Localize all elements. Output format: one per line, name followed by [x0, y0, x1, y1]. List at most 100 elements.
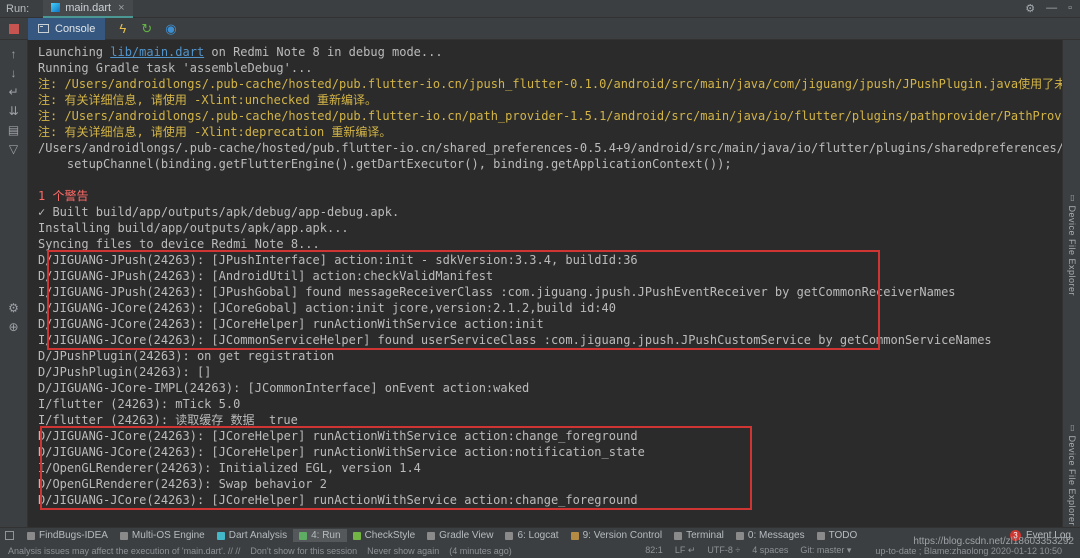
minimize-icon[interactable]: —: [1046, 2, 1057, 15]
console-text: I/flutter (24263): 读取缓存 数据 true: [38, 413, 298, 427]
toolbar-button-dart-analysis[interactable]: Dart Analysis: [211, 529, 293, 542]
console-line: 注: 有关详细信息, 请使用 -Xlint:unchecked 重新编译。: [38, 92, 1062, 108]
titlebar-window-icons: ⚙ — ▫: [1025, 2, 1072, 15]
console-text: D/JIGUANG-JCore(24263): [JCoreHelper] ru…: [38, 429, 638, 443]
console-line: D/JIGUANG-JCore(24263): [JCoreHelper] ru…: [38, 428, 1062, 444]
window-switcher-icon[interactable]: [5, 531, 14, 540]
hot-restart-icon[interactable]: ↻: [138, 20, 155, 38]
open-devtools-icon[interactable]: ◉: [162, 20, 179, 38]
status-widget-3[interactable]: 4 spaces: [752, 545, 788, 556]
toolbar-button-9-version-control[interactable]: 9: Version Control: [565, 529, 669, 542]
toolbar-button-label: Multi-OS Engine: [132, 530, 205, 541]
ide-run-window: Run: main.dart × ⚙ — ▫ Console ϟ ↻ ◉ ↑↓↵⇊▤▽ …: [0, 0, 1080, 558]
multi-os-icon: [120, 532, 128, 540]
console-link[interactable]: lib/main.dart: [110, 45, 204, 59]
console-line: I/JIGUANG-JCore(24263): [JCommonServiceH…: [38, 332, 1062, 348]
console-text: 注: 有关详细信息, 请使用 -Xlint:deprecation 重新编译。: [38, 125, 391, 139]
tool-window-button-device-file-explorer[interactable]: ▯Device File Explorer: [1067, 423, 1077, 526]
right-sidebar: ▯Device File Explorer ▯Device File Explor…: [1062, 40, 1080, 527]
toolbar-button-label: Gradle View: [439, 530, 493, 541]
console-text: D/JIGUANG-JCore(24263): [JCoreHelper] ru…: [38, 445, 645, 459]
console-line: D/JIGUANG-JCore(24263): [JCoreHelper] ru…: [38, 316, 1062, 332]
status-timestamp: (4 minutes ago): [449, 546, 512, 556]
console-text: on Redmi Note 8 in debug mode...: [204, 45, 442, 59]
run-titlebar: Run: main.dart × ⚙ — ▫: [0, 0, 1080, 18]
toolbar-button-findbugs-idea[interactable]: FindBugs-IDEA: [21, 529, 114, 542]
left-toolbar-lower: ⚙⊕: [3, 299, 25, 337]
console-line: D/OpenGLRenderer(24263): Swap behavior 2: [38, 476, 1062, 492]
console-text: Installing build/app/outputs/apk/app.apk…: [38, 221, 349, 235]
console-line: D/JIGUANG-JCore(24263): [JCoreGobal] act…: [38, 300, 1062, 316]
console-line: 注: /Users/androidlongs/.pub-cache/hosted…: [38, 108, 1062, 124]
status-widget-1[interactable]: LF ↵: [675, 545, 696, 556]
tab-console[interactable]: Console: [28, 18, 105, 40]
arrow-up-icon[interactable]: ↑: [3, 45, 25, 64]
console-text: I/OpenGLRenderer(24263): Initialized EGL…: [38, 461, 421, 475]
console-line: Running Gradle task 'assembleDebug'...: [38, 60, 1062, 76]
console-tab-label: Console: [55, 23, 95, 35]
status-widget-4[interactable]: Git: master ▾: [800, 545, 851, 556]
hot-reload-icon[interactable]: ϟ: [114, 20, 131, 38]
console-line: 注: 有关详细信息, 请使用 -Xlint:deprecation 重新编译。: [38, 124, 1062, 140]
toolbar-button-6-logcat[interactable]: 6: Logcat: [499, 529, 564, 542]
pin-icon[interactable]: ⊕: [3, 318, 25, 337]
toolbar-button-0-messages[interactable]: 0: Messages: [730, 529, 811, 542]
console-line: I/JIGUANG-JPush(24263): [JPushGobal] fou…: [38, 284, 1062, 300]
watermark: https://blog.csdn.net/zl18603353292: [913, 536, 1074, 547]
tab-main-dart[interactable]: main.dart ×: [43, 0, 132, 18]
console-text: Launching: [38, 45, 110, 59]
version-control-icon: [571, 532, 579, 540]
run-label: Run:: [6, 3, 29, 15]
bottom-toolbar-items: FindBugs-IDEA Multi-OS Engine Dart Analysi…: [21, 529, 863, 542]
never-show-link[interactable]: Never show again: [367, 546, 439, 556]
console-text: ✓ Built build/app/outputs/apk/debug/app-…: [38, 205, 399, 219]
device-icon: ▯: [1068, 193, 1077, 203]
console-line: Launching lib/main.dart on Redmi Note 8 …: [38, 44, 1062, 60]
console-text: 1 个警告: [38, 189, 88, 203]
console-text: D/JIGUANG-JCore-IMPL(24263): [JCommonInt…: [38, 381, 529, 395]
console-text: D/JIGUANG-JCore(24263): [JCoreHelper] ru…: [38, 317, 544, 331]
stop-icon[interactable]: [9, 24, 19, 34]
dont-show-link[interactable]: Don't show for this session: [250, 546, 357, 556]
console-text: D/JIGUANG-JCore(24263): [JCoreHelper] ru…: [38, 493, 638, 507]
toolbar-button-label: CheckStyle: [365, 530, 416, 541]
toolbar-button-todo[interactable]: TODO: [811, 529, 864, 542]
toolbar-button-label: 0: Messages: [748, 530, 805, 541]
tool-window-button-device-file-explorer[interactable]: ▯Device File Explorer: [1067, 193, 1077, 296]
console-text: setupChannel(binding.getFlutterEngine().…: [38, 157, 732, 171]
messages-icon: [736, 532, 744, 540]
toolbar-button-checkstyle[interactable]: CheckStyle: [347, 529, 422, 542]
settings-gear-icon[interactable]: ⚙: [3, 299, 25, 318]
toolbar-button-terminal[interactable]: Terminal: [668, 529, 730, 542]
console-line: D/JIGUANG-JCore(24263): [JCoreHelper] ru…: [38, 444, 1062, 460]
console-line: D/JIGUANG-JPush(24263): [JPushInterface]…: [38, 252, 1062, 268]
console-text: D/JIGUANG-JPush(24263): [AndroidUtil] ac…: [38, 269, 493, 283]
dart-analysis-icon: [217, 532, 225, 540]
scroll-to-end-icon[interactable]: ⇊: [3, 102, 25, 121]
toolbar-button-gradle-view[interactable]: Gradle View: [421, 529, 499, 542]
soft-wrap-icon[interactable]: ↵: [3, 83, 25, 102]
console-text: D/JPushPlugin(24263): []: [38, 365, 211, 379]
toolbar-button-4-run[interactable]: 4: Run: [293, 529, 346, 542]
console-line: 1 个警告: [38, 188, 1062, 204]
console-text: I/JIGUANG-JPush(24263): [JPushGobal] fou…: [38, 285, 956, 299]
settings-icon[interactable]: ⚙: [1025, 2, 1035, 15]
console-output[interactable]: Launching lib/main.dart on Redmi Note 8 …: [28, 40, 1062, 527]
run-tool-window: ↑↓↵⇊▤▽ ⚙⊕ Launching lib/main.dart on Red…: [0, 40, 1080, 527]
close-icon[interactable]: ×: [118, 2, 124, 14]
dart-icon: [51, 3, 60, 12]
toolbar-button-multi-os-engine[interactable]: Multi-OS Engine: [114, 529, 211, 542]
todo-icon: [817, 532, 825, 540]
arrow-down-icon[interactable]: ↓: [3, 64, 25, 83]
console-line: D/JIGUANG-JCore-IMPL(24263): [JCommonInt…: [38, 380, 1062, 396]
status-widget-2[interactable]: UTF-8 ÷: [707, 545, 740, 556]
console-line: 注: /Users/androidlongs/.pub-cache/hosted…: [38, 76, 1062, 92]
hide-icon[interactable]: ▫: [1068, 2, 1072, 15]
console-text: D/OpenGLRenderer(24263): Swap behavior 2: [38, 477, 327, 491]
console-toolbar-icons: ϟ ↻ ◉: [114, 20, 179, 38]
status-widget-0[interactable]: 82:1: [645, 545, 663, 556]
clear-all-icon[interactable]: ▽: [3, 140, 25, 159]
console-text: D/JIGUANG-JCore(24263): [JCoreGobal] act…: [38, 301, 616, 315]
console-text: 注: /Users/androidlongs/.pub-cache/hosted…: [38, 109, 1062, 123]
print-icon[interactable]: ▤: [3, 121, 25, 140]
